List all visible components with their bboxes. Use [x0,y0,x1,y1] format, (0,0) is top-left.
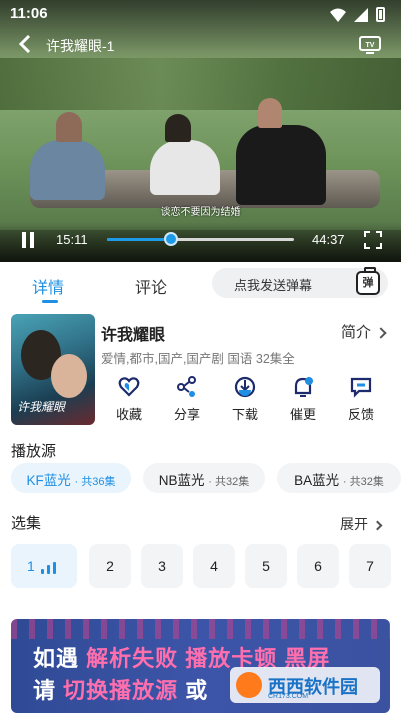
heart-icon [118,377,140,397]
current-time: 15:11 [56,232,88,247]
tab-comments[interactable]: 评论 [135,274,167,298]
source-list: KF蓝光 · 共36集 NB蓝光 · 共32集 BA蓝光 · 共32集 [11,463,401,495]
danmu-input[interactable]: 点我发送弹幕 弹 [212,267,388,298]
source-name: KF蓝光 [26,473,71,488]
chevron-right-icon [372,520,383,531]
total-duration: 44:37 [312,232,345,247]
status-bar: 11:06 [10,5,391,25]
expand-episodes[interactable]: 展开 [340,514,383,534]
progress-fill [107,238,171,241]
video-player[interactable]: 11:06 许我耀眼-1 TV 谈恋不要因为结婚 15:11 44:37 [0,0,401,262]
episode-item[interactable]: 4 [193,544,235,588]
source-item[interactable]: NB蓝光 · 共32集 [143,463,265,493]
feedback-icon [350,377,372,398]
video-subtitle: 谈恋不要因为结婚 [160,207,241,218]
banner-line-2: 请 切换播放源 或 [33,673,208,705]
watermark-logo-icon [236,672,262,698]
video-frame-trees [0,58,401,118]
chevron-right-icon [375,327,387,339]
share-button[interactable]: 分享 [164,376,210,423]
episode-number: 1 [27,558,35,574]
banner-decoration [11,619,390,639]
video-frame-person [30,140,105,200]
tab-indicator [42,300,58,303]
share-label: 分享 [173,407,200,422]
source-item[interactable]: BA蓝光 · 共32集 [277,463,401,493]
source-name: BA蓝光 [294,473,340,488]
source-count: · 共32集 [342,476,384,488]
expand-label: 展开 [340,516,368,532]
episode-grid: 1 2 3 4 5 6 7 [11,544,401,588]
action-bar: 收藏 分享 下载 催更 反馈 [104,376,390,426]
banner-text: 请 [33,678,57,703]
source-item[interactable]: KF蓝光 · 共36集 [11,463,131,493]
episode-item[interactable]: 1 [11,544,77,588]
tab-details[interactable]: 详情 [32,274,64,298]
banner-text: 如遇 [33,646,80,671]
banner-highlight: 切换播放源 [63,678,179,703]
poster-figure [51,354,87,398]
poster-title: 许我耀眼 [17,400,66,414]
sources-title: 播放源 [11,443,57,460]
episode-item[interactable]: 5 [245,544,287,588]
svg-text:TV: TV [366,42,375,49]
episode-title: 许我耀眼-1 [46,38,115,54]
progress-slider[interactable] [107,232,294,246]
episodes-title: 选集 [11,515,42,532]
pause-icon[interactable] [20,232,36,248]
bell-icon [294,377,313,397]
download-button[interactable]: 下载 [222,376,268,423]
banner-text: 或 [185,678,209,703]
remind-button[interactable]: 催更 [280,376,326,423]
watermark-url: CR173.COM [268,693,309,700]
tv-cast-icon[interactable]: TV [359,34,381,54]
battery-icon [376,7,385,22]
video-frame-person [236,125,326,205]
fullscreen-icon[interactable] [364,231,382,249]
share-icon [177,376,196,397]
wifi-icon [330,8,346,22]
download-label: 下载 [231,407,258,422]
danmu-icon[interactable]: 弹 [356,267,380,295]
signal-icon [354,7,368,22]
progress-knob[interactable] [163,232,178,246]
back-arrow-icon[interactable] [18,35,32,53]
status-time: 11:06 [10,5,48,22]
favorite-label: 收藏 [115,407,142,422]
video-frame-person-head [258,98,282,128]
notice-banner[interactable]: 如遇 解析失败 播放卡顿 黑屏 请 切换播放源 或 西西软件园 CR173.CO… [11,619,390,713]
player-title-row: 许我耀眼-1 TV [0,30,401,58]
download-icon [234,376,256,398]
intro-label: 简介 [340,324,371,341]
episode-item[interactable]: 7 [349,544,391,588]
show-poster[interactable]: 许我耀眼 [11,314,95,425]
danmu-placeholder: 点我发送弹幕 [234,278,313,293]
playing-icon [41,562,61,574]
video-frame-person [150,140,220,195]
watermark: 西西软件园 CR173.COM [230,667,380,703]
feedback-button[interactable]: 反馈 [338,376,384,423]
intro-link[interactable]: 简介 [340,321,387,342]
remind-label: 催更 [289,407,316,422]
source-count: · 共32集 [208,476,250,488]
show-meta: 爱情,都市,国产,国产剧 国语 32集全 [101,352,295,366]
player-controls: 15:11 44:37 [0,222,401,262]
favorite-button[interactable]: 收藏 [106,376,152,423]
show-title: 许我耀眼 [101,327,166,344]
source-name: NB蓝光 [158,473,205,488]
source-count: · 共36集 [74,476,116,488]
video-frame-person-head [56,112,82,142]
feedback-label: 反馈 [347,407,374,422]
video-frame-person-head [165,114,191,142]
episode-item[interactable]: 3 [141,544,183,588]
episode-item[interactable]: 2 [89,544,131,588]
episode-item[interactable]: 6 [297,544,339,588]
